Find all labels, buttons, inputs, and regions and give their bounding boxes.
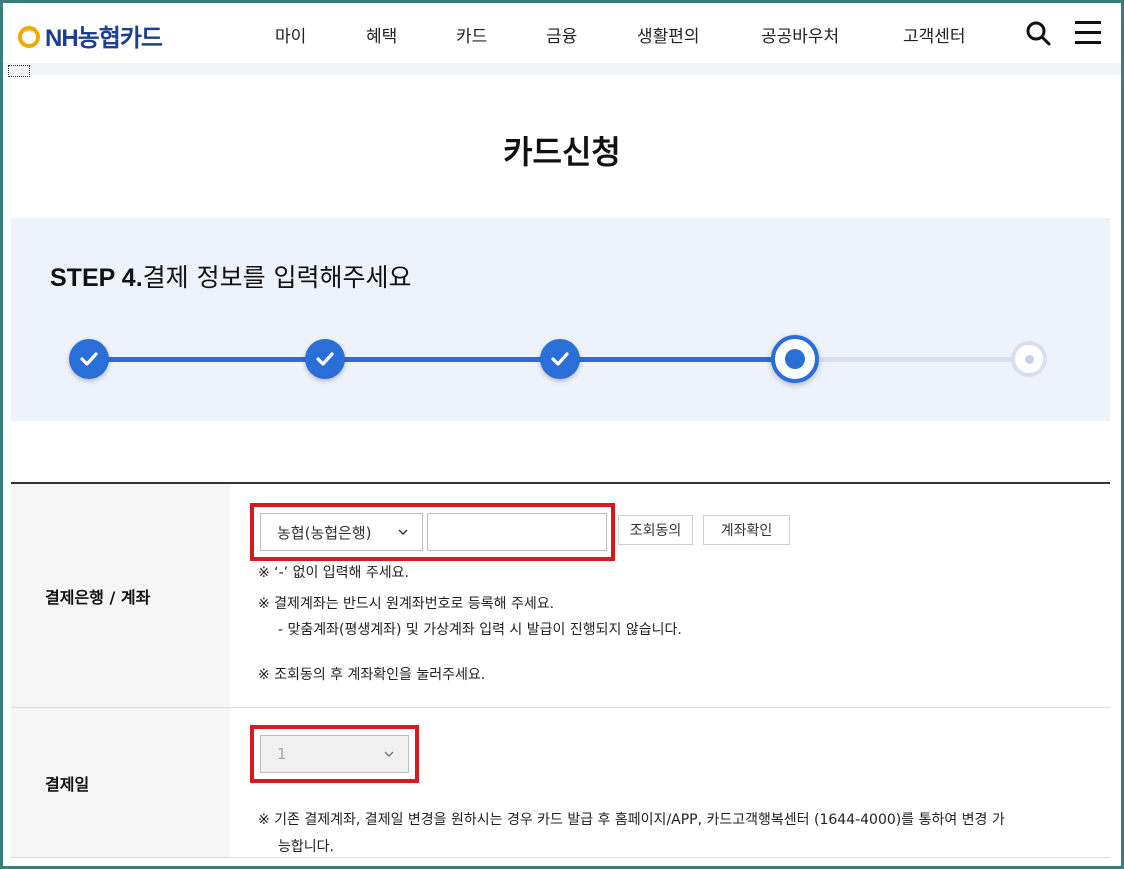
note-check-after-consent: ※ 조회동의 후 계좌확인을 눌러주세요.: [258, 667, 486, 683]
payment-day-row: 결제일 1 ※ 기존 결제계좌, 결제일 변경을 원하시는 경우 카드 발급 후…: [11, 708, 1110, 858]
nav-item-card[interactable]: 카드: [456, 22, 487, 47]
payment-day-label: 결제일: [11, 708, 230, 857]
bank-select-value: 농협(농협은행): [277, 523, 372, 542]
step-1-complete-check-icon: [69, 339, 109, 379]
step-3-complete-check-icon: [540, 339, 580, 379]
progress-line-remaining: [795, 357, 1029, 362]
nav-item-customer-center[interactable]: 고객센터: [903, 22, 966, 47]
account-number-input[interactable]: [427, 513, 607, 551]
bank-select[interactable]: 농협(농협은행): [260, 513, 423, 551]
inquiry-consent-button[interactable]: 조회동의: [618, 515, 693, 545]
note-change-payment-info: ※ 기존 결제계좌, 결제일 변경을 원하시는 경우 카드 발급 후 홈페이지/…: [258, 812, 1005, 828]
payment-day-content: 1 ※ 기존 결제계좌, 결제일 변경을 원하시는 경우 카드 발급 후 홈페이…: [230, 708, 1110, 857]
header-shadow-strip: [3, 63, 1121, 75]
bank-account-content: 농협(농협은행) 조회동의 계좌확인 ※ ‘-’ 없이 입력해 주세요. ※ 결…: [230, 484, 1110, 707]
skip-link-focus-box[interactable]: [8, 65, 30, 77]
page-title: 카드신청: [503, 133, 621, 171]
note-no-hyphen: ※ ‘-’ 없이 입력해 주세요.: [258, 565, 409, 581]
account-check-button[interactable]: 계좌확인: [703, 515, 790, 545]
chevron-down-icon: [384, 751, 394, 757]
step-4-current-indicator: [771, 335, 819, 383]
step-number: STEP 4.: [50, 264, 143, 292]
note-original-account: ※ 결제계좌는 반드시 원계좌번호로 등록해 주세요.: [258, 596, 555, 612]
nav-item-finance[interactable]: 금융: [546, 22, 577, 47]
note-change-payment-info-cont: 능합니다.: [278, 839, 334, 855]
payment-info-form: 결제은행 / 계좌 농협(농협은행) 조회동의 계좌확인 ※ ‘-’ 없이 입력…: [11, 482, 1110, 858]
nav-item-lifestyle[interactable]: 생활편의: [637, 22, 700, 47]
site-header: NH농협카드 마이 혜택 카드 금융 생활편의 공공바우처 고객센터: [3, 3, 1121, 63]
step-description: 결제 정보를 입력해주세요: [142, 263, 412, 292]
payment-day-select-value: 1: [277, 745, 287, 763]
nav-item-my[interactable]: 마이: [275, 22, 306, 47]
search-icon[interactable]: [1025, 20, 1051, 46]
hamburger-menu-icon[interactable]: [1075, 21, 1101, 45]
step-progress-panel: STEP 4.결제 정보를 입력해주세요: [11, 218, 1110, 421]
step-5-pending-indicator: [1011, 341, 1047, 377]
note-virtual-account: - 맞춤계좌(평생계좌) 및 가상계좌 입력 시 발급이 진행되지 않습니다.: [278, 622, 682, 638]
main-nav: 마이 혜택 카드 금융 생활편의 공공바우처 고객센터: [3, 3, 1121, 63]
bank-account-row: 결제은행 / 계좌 농협(농협은행) 조회동의 계좌확인 ※ ‘-’ 없이 입력…: [11, 484, 1110, 708]
nav-item-benefits[interactable]: 혜택: [366, 22, 397, 47]
chevron-down-icon: [398, 529, 408, 535]
step-title: STEP 4.결제 정보를 입력해주세요: [50, 258, 412, 294]
progress-line-completed: [89, 357, 795, 362]
step-2-complete-check-icon: [305, 339, 345, 379]
nav-item-voucher[interactable]: 공공바우처: [761, 22, 839, 47]
bank-account-label: 결제은행 / 계좌: [11, 484, 230, 707]
payment-day-select[interactable]: 1: [260, 735, 409, 773]
